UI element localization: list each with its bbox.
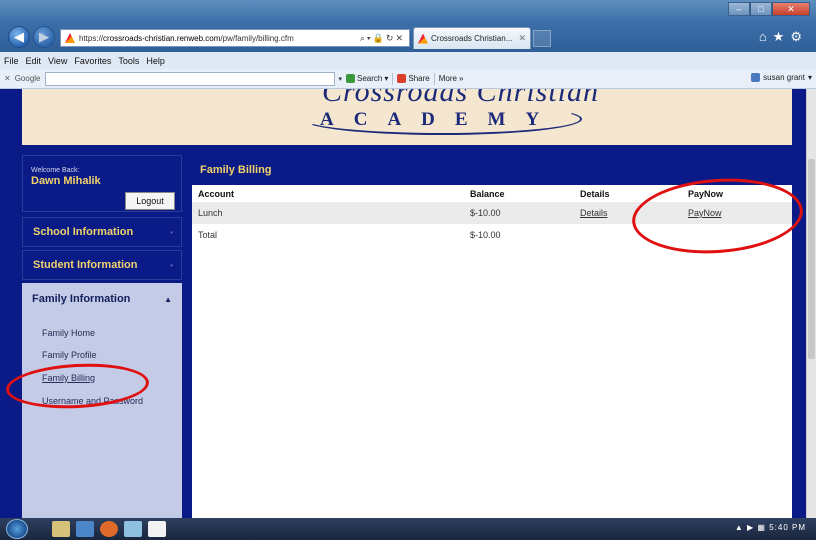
welcome-label: Welcome Back: [31,167,80,174]
app-icon[interactable] [76,521,94,537]
page-content: Crossroads Christian ACADEMY Welcome Bac… [0,89,816,518]
search-button[interactable]: Search ▾ [346,74,388,83]
toolbar-close-icon[interactable]: ✕ [4,74,11,83]
window-controls: – □ ✕ [728,2,810,16]
account-cell: Lunch [192,202,464,224]
browser-icon[interactable] [100,521,118,537]
share-button[interactable]: Share [397,74,430,83]
site-favicon-icon [65,33,75,43]
chevron-down-icon: • [170,260,173,270]
toolbar-divider [433,72,435,85]
share-icon [397,74,407,83]
menu-tools[interactable]: Tools [118,56,139,66]
sidebar: Welcome Back: Dawn Mihalik Logout School… [22,155,182,518]
sidebar-item-school-information[interactable]: School Information • [22,217,182,247]
google-label: Google [14,74,41,83]
balance-cell: $-10.00 [470,230,501,240]
clock[interactable]: 5:40 PM [769,523,806,532]
menu-help[interactable]: Help [146,56,165,66]
scrollbar-thumb[interactable] [808,159,815,359]
column-header-balance: Balance [470,188,505,199]
tab-label: Crossroads Christian... [431,34,513,43]
maximize-icon[interactable]: □ [750,2,772,16]
sidebar-item-student-information[interactable]: Student Information • [22,250,182,280]
new-tab-button[interactable] [533,30,551,47]
user-name: Dawn Mihalik [31,175,101,187]
dropdown-icon[interactable]: ▾ [339,75,343,83]
toolbar-divider [392,72,394,85]
sidebar-item-label: School Information [33,226,134,238]
google-toolbar: ✕ Google ▾ Search ▾ Share More» susan gra… [0,69,816,89]
back-icon[interactable]: ◀ [8,26,30,48]
user-icon [751,73,761,82]
google-search-input[interactable] [44,71,335,86]
address-tools-icon[interactable]: ⌕▾🔒↻✕ [360,33,409,44]
tab-favicon-icon [418,33,428,44]
close-window-icon[interactable]: ✕ [772,2,810,16]
menu-bar: File Edit View Favorites Tools Help [0,52,816,69]
ie-icon[interactable] [124,521,142,537]
link-family-home[interactable]: Family Home [42,328,95,338]
menu-view[interactable]: View [48,56,67,66]
chevron-down-icon: • [170,227,173,237]
address-bar[interactable]: https://crossroads-christian.renweb.com/… [60,29,410,47]
account-cell: Total [198,230,218,240]
sidebar-item-family-information[interactable]: Family Information ▲ [22,283,182,315]
document-icon[interactable] [148,521,166,537]
link-family-profile[interactable]: Family Profile [42,350,97,360]
column-header-account: Account [198,188,234,199]
chevron-up-icon: ▲ [164,294,172,304]
more-button[interactable]: More» [439,74,464,83]
balance-cell: $-10.00 [464,202,574,224]
menu-edit[interactable]: Edit [26,56,42,66]
page-title: Family Billing [200,164,272,176]
sidebar-item-label: Family Information [32,293,131,305]
url-text: https://crossroads-christian.renweb.com/… [79,33,294,43]
search-icon [346,74,356,83]
browser-titlebar: ◀ ▶ https://crossroads-christian.renweb.… [0,0,816,52]
banner-academy: ACADEMY [320,109,560,130]
school-banner: Crossroads Christian ACADEMY [22,89,792,145]
page-scrollbar[interactable] [806,89,816,518]
tab-close-icon[interactable]: ✕ [518,33,526,44]
menu-file[interactable]: File [4,56,19,66]
sidebar-item-label: Student Information [33,259,138,271]
toolbar-user[interactable]: susan grant ▾ [751,73,812,82]
windows-taskbar: ▲ ▶ ▦ 5:40 PM [0,518,816,540]
minimize-icon[interactable]: – [728,2,750,16]
explorer-icon[interactable] [52,521,70,537]
system-tray: ▲ ▶ ▦ 5:40 PM [734,523,806,532]
menu-favorites[interactable]: Favorites [74,56,111,66]
browser-tab[interactable]: Crossroads Christian... ✕ [413,27,531,49]
home-star-gear-icons[interactable]: ⌂★⚙ [759,29,808,45]
start-button[interactable] [6,519,28,539]
forward-icon[interactable]: ▶ [33,26,55,48]
logout-button[interactable]: Logout [125,192,175,210]
welcome-box: Welcome Back: Dawn Mihalik Logout [22,155,182,212]
